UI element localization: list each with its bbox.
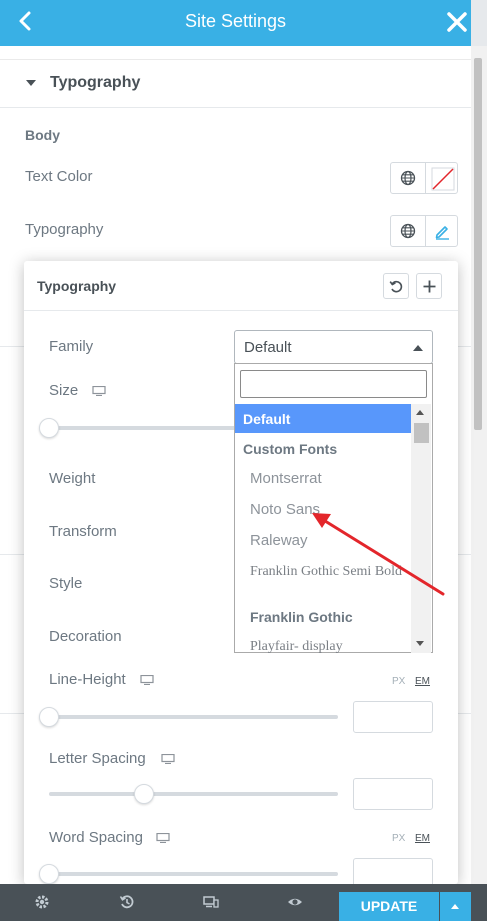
desktop-icon[interactable] [161, 754, 175, 764]
text-color-label: Text Color [25, 168, 93, 185]
word-spacing-label: Word Spacing [49, 829, 143, 846]
option-group-custom-fonts: Custom Fonts [243, 441, 338, 457]
chevron-up-icon [413, 345, 423, 351]
global-color-button[interactable] [391, 163, 425, 193]
line-height-input[interactable] [353, 701, 433, 733]
letter-spacing-slider-track[interactable] [49, 792, 338, 796]
global-typography-button[interactable] [391, 216, 425, 246]
unit-px[interactable]: PX [392, 833, 405, 844]
word-spacing-slider-handle[interactable] [39, 864, 59, 884]
globe-icon [400, 223, 416, 239]
globe-icon [400, 170, 416, 186]
plus-icon [423, 280, 436, 293]
update-options-button[interactable] [440, 892, 471, 921]
update-button[interactable]: UPDATE [339, 892, 439, 921]
unit-px[interactable]: PX [392, 676, 405, 687]
add-button[interactable] [416, 273, 442, 299]
typography-label: Typography [25, 221, 104, 238]
option-franklin-gothic[interactable]: Franklin Gothic [235, 609, 411, 625]
letter-spacing-label: Letter Spacing [49, 750, 146, 767]
panel-scrollbar-thumb[interactable] [474, 58, 482, 430]
body-heading: Body [25, 127, 60, 143]
divider [0, 59, 471, 60]
size-slider-handle[interactable] [39, 418, 59, 438]
caret-down-icon [26, 80, 36, 86]
style-label: Style [49, 575, 83, 592]
line-height-label: Line-Height [49, 671, 126, 688]
page-title: Site Settings [184, 11, 287, 31]
section-typography-header[interactable]: Typography [0, 64, 471, 108]
size-label: Size [49, 382, 79, 399]
popover-title: Typography [37, 278, 117, 294]
line-height-slider-handle[interactable] [39, 707, 59, 727]
annotation-arrow-icon [312, 513, 445, 596]
weight-label: Weight [49, 470, 96, 487]
panel-header: Site Settings [0, 0, 471, 46]
family-search-input[interactable] [240, 370, 427, 398]
text-color-controls [390, 162, 458, 194]
unit-em[interactable]: EM [415, 833, 430, 844]
eye-icon[interactable] [287, 894, 303, 910]
pencil-icon [435, 226, 449, 240]
responsive-icon[interactable] [203, 894, 219, 910]
desktop-icon[interactable] [92, 386, 106, 396]
panel-footer: UPDATE [0, 884, 487, 921]
dropdown-scrollbar-thumb[interactable] [414, 423, 429, 443]
option-montserrat[interactable]: Montserrat [235, 471, 411, 487]
desktop-icon[interactable] [140, 675, 154, 685]
family-select-value: Default [244, 339, 292, 356]
no-color-icon [431, 167, 455, 191]
unit-em[interactable]: EM [415, 676, 430, 687]
family-select[interactable]: Default [234, 330, 433, 364]
word-spacing-slider-track[interactable] [49, 872, 338, 876]
edit-typography-button[interactable] [425, 216, 459, 246]
desktop-icon[interactable] [156, 833, 170, 843]
transform-label: Transform [49, 523, 117, 540]
option-playfair-display[interactable]: Playfair- display [235, 639, 411, 653]
section-title: Typography [50, 74, 141, 91]
close-icon[interactable] [444, 9, 470, 35]
reset-icon [389, 280, 403, 293]
typography-controls [390, 215, 458, 247]
decoration-label: Decoration [49, 628, 122, 645]
letter-spacing-slider-handle[interactable] [134, 784, 154, 804]
option-default[interactable]: Default [235, 404, 411, 433]
size-slider-track[interactable] [49, 426, 239, 430]
color-picker-button[interactable] [425, 163, 459, 193]
letter-spacing-input[interactable] [353, 778, 433, 810]
reset-button[interactable] [383, 273, 409, 299]
scroll-up-icon[interactable] [416, 410, 424, 415]
divider [24, 310, 458, 311]
family-label: Family [49, 338, 94, 355]
history-icon[interactable] [119, 894, 135, 910]
line-height-slider-track[interactable] [49, 715, 338, 719]
gear-icon[interactable] [34, 894, 50, 910]
scroll-down-icon[interactable] [416, 641, 424, 646]
